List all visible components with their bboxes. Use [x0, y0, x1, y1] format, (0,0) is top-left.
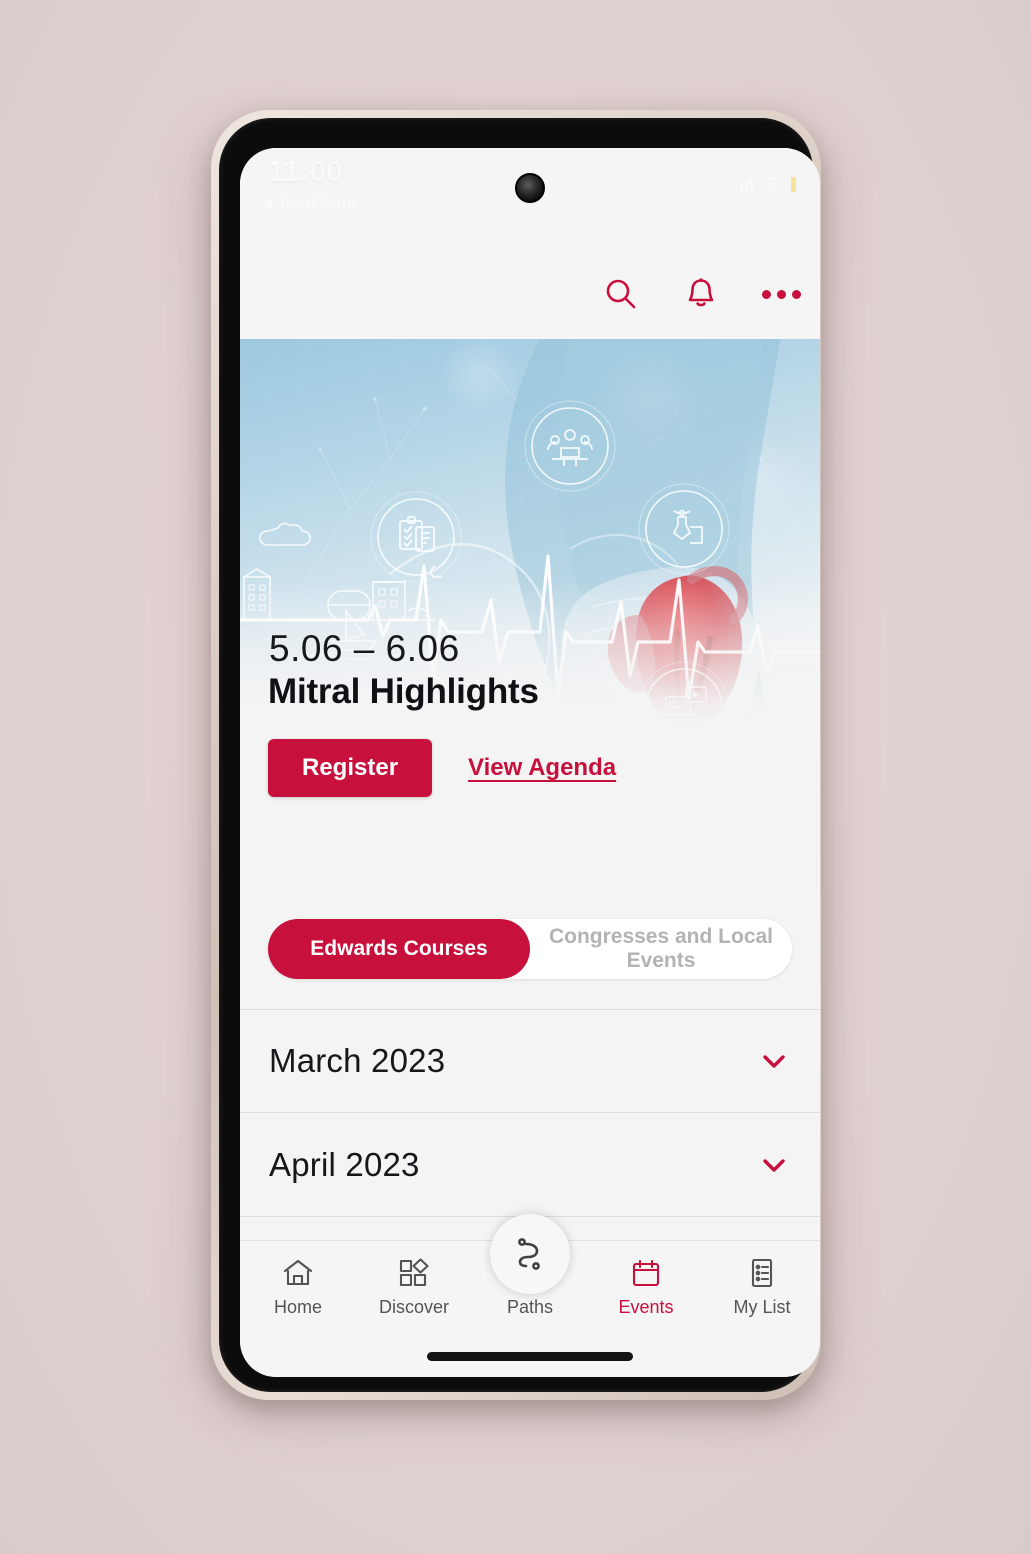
bell-icon[interactable] — [678, 271, 724, 317]
header-action-group — [598, 271, 804, 317]
month-accordion-list: March 2023 April 2023 — [240, 1009, 820, 1217]
nav-item-paths[interactable]: Paths — [472, 1214, 588, 1318]
list-document-icon — [746, 1255, 778, 1291]
nav-label: Paths — [506, 1297, 554, 1317]
bottom-navigation-bar: Home Discover Paths Events My List — [240, 1214, 820, 1377]
home-indicator[interactable] — [427, 1352, 633, 1361]
more-dots — [761, 289, 801, 299]
phone-screen: 11:00 ◀ TestFlight 5.06 – 6.06 Mitral Hi… — [240, 148, 820, 1377]
calendar-icon — [630, 1255, 662, 1291]
event-date-range: 5.06 – 6.06 — [269, 628, 460, 669]
path-route-icon — [518, 1238, 540, 1270]
bottom-nav-items: Home Discover Paths Events My List — [240, 1214, 820, 1318]
camera-punch-hole — [515, 173, 545, 203]
month-row-march[interactable]: March 2023 — [240, 1009, 820, 1113]
phone-frame: 11:00 ◀ TestFlight 5.06 – 6.06 Mitral Hi… — [211, 110, 821, 1400]
home-icon — [282, 1255, 314, 1291]
month-row-april[interactable]: April 2023 — [240, 1113, 820, 1217]
month-label: April 2023 — [269, 1145, 420, 1183]
more-horizontal-icon[interactable] — [758, 271, 804, 317]
nav-item-discover[interactable]: Discover — [356, 1255, 472, 1318]
month-label: March 2023 — [269, 1042, 446, 1079]
nav-item-my-list[interactable]: My List — [704, 1255, 820, 1318]
tab-congresses-local-events[interactable]: Congresses and Local Events — [530, 919, 792, 979]
chevron-down-icon[interactable] — [757, 1044, 791, 1078]
phone-bezel: 11:00 ◀ TestFlight 5.06 – 6.06 Mitral Hi… — [219, 118, 820, 1392]
discover-shapes-icon — [398, 1255, 430, 1291]
nav-label: Discover — [378, 1297, 449, 1317]
chevron-down-icon[interactable] — [757, 1148, 791, 1182]
nav-label: My List — [733, 1297, 791, 1317]
event-actions: Register View Agenda — [268, 739, 820, 797]
event-title: Mitral Highlights — [268, 672, 539, 711]
nav-item-home[interactable]: Home — [240, 1255, 356, 1318]
events-filter-tabs: Edwards Courses Congresses and Local Eve… — [268, 919, 792, 979]
search-icon[interactable] — [598, 271, 644, 317]
nav-label: Events — [618, 1297, 674, 1317]
view-agenda-link[interactable]: View Agenda — [468, 754, 616, 782]
featured-event-card: 5.06 – 6.06 Mitral Highlights Register V… — [240, 628, 820, 797]
register-button[interactable]: Register — [268, 739, 433, 797]
nav-item-events[interactable]: Events — [588, 1255, 704, 1318]
tab-edwards-courses[interactable]: Edwards Courses — [268, 919, 530, 979]
paths-fab-button[interactable] — [490, 1214, 570, 1294]
screenshot-canvas: 11:00 ◀ TestFlight 5.06 – 6.06 Mitral Hi… — [0, 0, 1031, 1554]
nav-label: Home — [273, 1297, 322, 1317]
